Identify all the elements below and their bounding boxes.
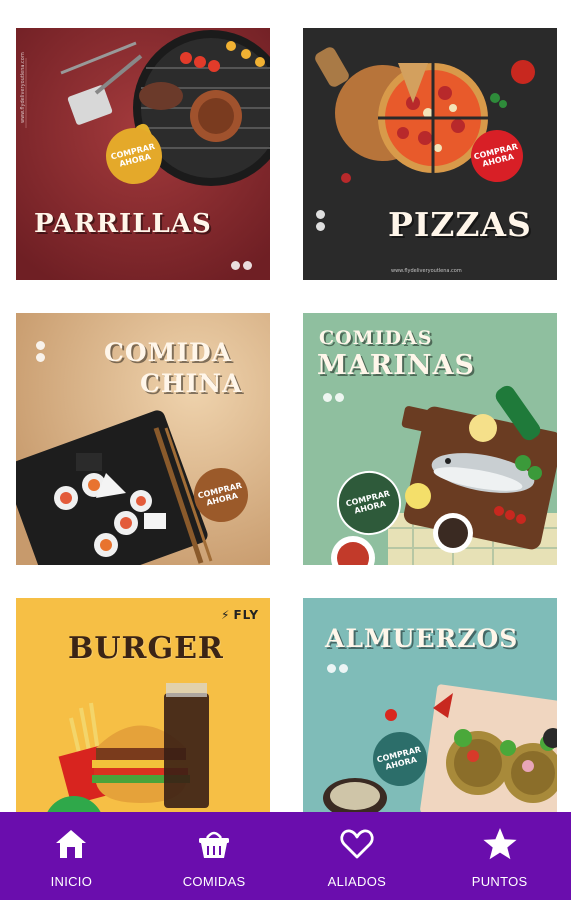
social-icons [231,261,252,270]
instagram-icon [316,210,325,219]
card-title-line2: CHINA [140,369,243,398]
card-title-line1: COMIDA [104,338,233,367]
brand-logo: ⚡ FLY [221,608,260,622]
site-url: www.flydeliveryoutlena.com [20,52,26,123]
social-icons [327,664,348,673]
basket-icon [199,831,230,858]
facebook-icon [316,222,325,231]
bottom-navigation: INICIO COMIDAS ALIADOS PUNTOS [0,812,571,900]
nav-item-comidas[interactable]: COMIDAS [143,812,286,900]
facebook-icon [36,353,45,362]
social-icons [316,210,325,231]
card-comida-china[interactable]: COMIDA CHINA COMPRAR AHORA [16,313,270,565]
instagram-icon [323,393,332,402]
card-title: ALMUERZOS [325,624,519,653]
nav-item-puntos[interactable]: PUNTOS [428,812,571,900]
nav-item-aliados[interactable]: ALIADOS [286,812,429,900]
card-comidas-marinas[interactable]: COMIDAS MARINAS COMPRAR AHORA [303,313,557,565]
card-title: BURGER [68,631,224,666]
facebook-icon [243,261,252,270]
nav-item-inicio[interactable]: INICIO [0,812,143,900]
instagram-icon [231,261,240,270]
instagram-icon [36,341,45,350]
star-icon [483,828,517,860]
heart-icon [340,829,374,859]
facebook-icon [339,664,348,673]
card-title: PIZZAS [388,205,532,244]
social-icons [323,393,344,402]
nav-label-aliados: ALIADOS [327,874,387,889]
nav-label-comidas: COMIDAS [182,874,246,889]
facebook-icon [335,393,344,402]
social-icons [36,341,45,362]
card-title-line1: COMIDAS [319,327,433,349]
site-url: www.flydeliveryoutlena.com [391,268,462,274]
card-title: PARRILLAS [34,209,212,239]
category-grid: www.flydeliveryoutlena.com COMPRAR AHORA… [0,0,571,850]
instagram-icon [327,664,336,673]
nav-label-inicio: INICIO [50,874,93,889]
card-title-line2: MARINAS [317,350,476,381]
card-pizzas[interactable]: COMPRAR AHORA PIZZAS www.flydeliveryoutl… [303,28,557,280]
card-parrillas[interactable]: www.flydeliveryoutlena.com COMPRAR AHORA… [16,28,270,280]
home-icon [56,830,87,858]
nav-label-puntos: PUNTOS [471,874,528,889]
